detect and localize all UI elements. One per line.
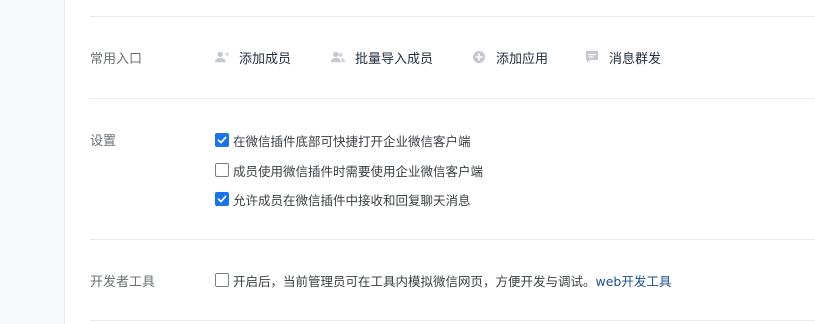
bulk-import-members-button[interactable]: 批量导入成员 — [331, 48, 434, 67]
add-member-label: 添加成员 — [239, 51, 292, 67]
setting-option-quick-open: 在微信插件底部可快捷打开企业微信客户端 — [215, 131, 471, 149]
setting-option-require-client: 成员使用微信插件时需要使用企业微信客户端 — [215, 161, 483, 179]
require-client-checkbox[interactable] — [215, 163, 229, 177]
add-app-label: 添加应用 — [496, 51, 549, 67]
bulk-import-members-label: 批量导入成员 — [355, 51, 434, 67]
divider — [90, 16, 815, 17]
message-broadcast-label: 消息群发 — [609, 51, 662, 67]
setting-option-allow-chat: 允许成员在微信插件中接收和回复聊天消息 — [215, 190, 471, 208]
bulk-import-members-icon — [331, 50, 346, 64]
quick-open-checkbox[interactable] — [215, 133, 229, 147]
web-dev-tools-link[interactable]: web开发工具 — [596, 271, 672, 290]
dev-tools-checkbox[interactable] — [215, 273, 229, 287]
common-entries: 添加成员 批量导入成员 添加应用 消息群发 — [215, 48, 662, 67]
divider — [90, 320, 815, 321]
left-sidebar-strip — [0, 0, 65, 324]
settings-label: 设置 — [90, 134, 117, 149]
common-entries-label: 常用入口 — [90, 52, 143, 67]
allow-chat-label: 允许成员在微信插件中接收和回复聊天消息 — [233, 192, 471, 208]
message-broadcast-icon — [585, 50, 599, 64]
require-client-label: 成员使用微信插件时需要使用企业微信客户端 — [233, 163, 484, 179]
add-member-button[interactable]: 添加成员 — [215, 48, 292, 67]
message-broadcast-button[interactable]: 消息群发 — [585, 48, 662, 67]
add-member-icon — [215, 50, 229, 64]
divider — [90, 239, 815, 240]
allow-chat-checkbox[interactable] — [215, 192, 229, 206]
divider — [90, 98, 815, 99]
quick-open-label: 在微信插件底部可快捷打开企业微信客户端 — [233, 133, 471, 149]
dev-tools-option-label: 开启后，当前管理员可在工具内模拟微信网页，方便开发与调试。 — [233, 273, 596, 289]
add-app-button[interactable]: 添加应用 — [472, 48, 549, 67]
dev-tools-label: 开发者工具 — [90, 275, 156, 290]
dev-tools-option: 开启后，当前管理员可在工具内模拟微信网页，方便开发与调试。 web开发工具 — [215, 271, 671, 289]
add-app-icon — [472, 50, 486, 64]
